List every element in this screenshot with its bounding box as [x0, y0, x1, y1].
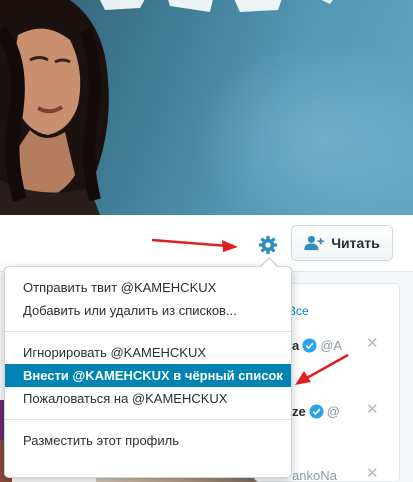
- dismiss-suggestion-icon[interactable]: ✕: [366, 334, 379, 352]
- menu-item-embed-profile[interactable]: Разместить этот профиль: [5, 429, 291, 452]
- profile-header-banner: [0, 0, 413, 215]
- who-to-follow-name[interactable]: ze: [292, 404, 306, 419]
- menu-divider: [5, 331, 291, 332]
- menu-item-mute[interactable]: Игнорировать @KAMEHCKUX: [5, 341, 291, 364]
- follow-button[interactable]: Читать: [291, 225, 393, 261]
- follow-button-label: Читать: [331, 235, 380, 251]
- who-to-follow-handle: @A: [320, 338, 343, 353]
- dropdown-caret-fill: [260, 259, 278, 268]
- menu-item-block[interactable]: Внести @KAMEHCKUX в чёрный список: [5, 364, 291, 387]
- menu-item-add-remove-lists[interactable]: Добавить или удалить из списков...: [5, 299, 291, 322]
- gear-icon: [258, 235, 278, 255]
- who-to-follow-handle: ankoNa: [292, 468, 337, 482]
- menu-item-send-tweet[interactable]: Отправить твит @KAMEHCKUX: [5, 276, 291, 299]
- menu-divider: [5, 419, 291, 420]
- dismiss-suggestion-icon[interactable]: ✕: [366, 464, 379, 482]
- verified-badge-icon: [302, 338, 317, 353]
- dismiss-suggestion-icon[interactable]: ✕: [366, 400, 379, 418]
- user-actions-gear-button[interactable]: [253, 230, 283, 260]
- twitter-profile-page: Все a @A ✕ ze @ ✕ ankoNa ✕ Читать Отправ…: [0, 0, 413, 482]
- who-to-follow-name[interactable]: a: [292, 338, 299, 353]
- menu-item-report[interactable]: Пожаловаться на @KAMEHCKUX: [5, 387, 291, 410]
- add-user-icon: [304, 235, 324, 251]
- banner-portrait-image: [0, 0, 109, 215]
- verified-badge-icon: [309, 404, 324, 419]
- who-to-follow-handle: @: [326, 404, 340, 419]
- user-actions-dropdown-menu: Отправить твит @KAMEHCKUX Добавить или у…: [4, 266, 292, 478]
